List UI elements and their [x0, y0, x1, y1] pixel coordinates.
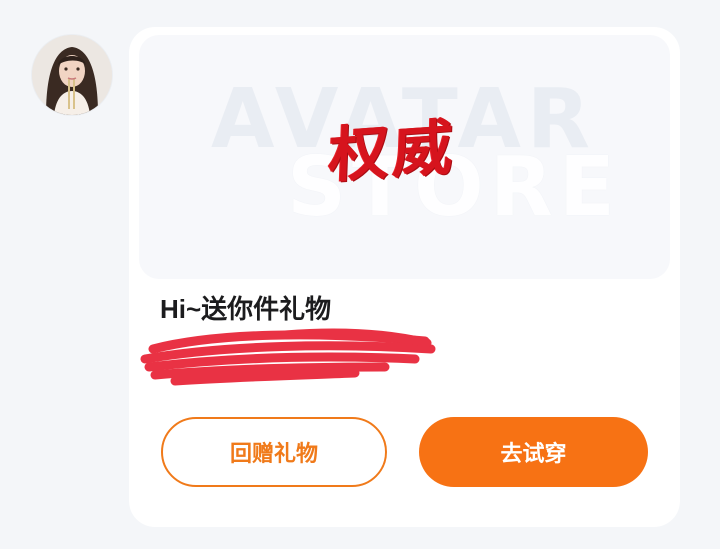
return-gift-button[interactable]: 回赠礼物 — [161, 417, 387, 487]
gift-greeting-text: Hi~送你件礼物 — [160, 294, 332, 324]
avatar-photo-icon — [32, 35, 112, 115]
gift-message-card: AVATAR STORE 权威 Hi~送你件礼物 回赠礼物 去试穿 — [129, 27, 680, 527]
gift-item-title: 权威 — [327, 112, 458, 192]
redacted-scribble — [140, 328, 436, 386]
sender-avatar[interactable] — [32, 35, 112, 115]
gift-preview-banner[interactable]: AVATAR STORE 权威 — [139, 35, 670, 279]
try-on-button[interactable]: 去试穿 — [419, 417, 648, 487]
